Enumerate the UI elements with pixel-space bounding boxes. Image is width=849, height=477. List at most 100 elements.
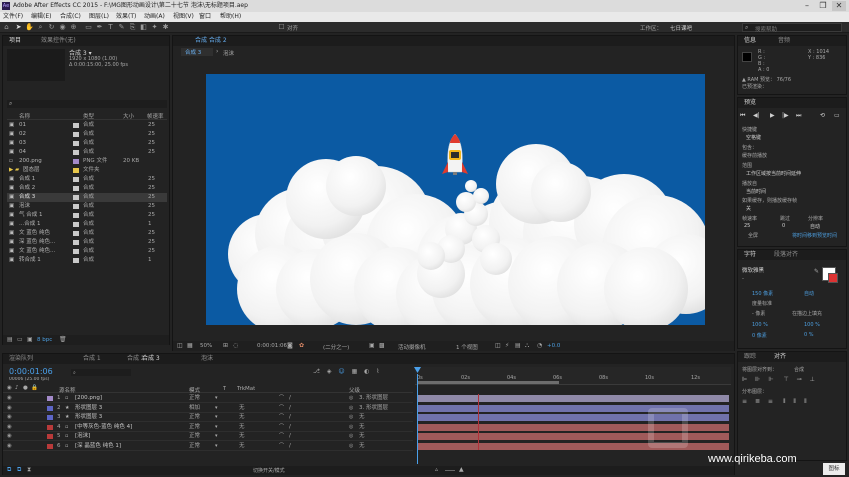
- interpret-footage-icon[interactable]: ▤: [7, 336, 13, 343]
- label-color-swatch[interactable]: [73, 177, 79, 182]
- tab-info[interactable]: 信息: [744, 36, 756, 46]
- grid-icon[interactable]: ⊞: [223, 342, 228, 349]
- roto-brush-icon[interactable]: ✦: [150, 23, 159, 32]
- layer-trkmat-select[interactable]: 无: [239, 442, 245, 451]
- pickwhip-icon[interactable]: ◎: [349, 423, 353, 432]
- composition-viewer[interactable]: [206, 74, 705, 325]
- fast-preview-icon[interactable]: ⚡: [505, 342, 509, 349]
- column-trkmat[interactable]: TrkMat: [237, 386, 255, 392]
- layer-mode-select[interactable]: 正常: [189, 442, 200, 451]
- stroke-width-field[interactable]: - 像素: [752, 310, 765, 317]
- timeline-zoom-slider[interactable]: [445, 470, 455, 471]
- shortcut-select[interactable]: 空格键: [746, 134, 761, 141]
- column-name[interactable]: 名称: [19, 112, 30, 120]
- label-color-swatch[interactable]: [73, 249, 79, 254]
- stroke-color-swatch[interactable]: [828, 273, 838, 283]
- layer-parent-select[interactable]: 无: [359, 442, 403, 451]
- layer-duration-bar[interactable]: [417, 395, 729, 402]
- project-list-item[interactable]: ▣ 文 蓝色 纯色... 合成 25: [7, 247, 167, 256]
- toggle-pixel-icon[interactable]: ◫: [495, 342, 501, 349]
- layer-trkmat-select[interactable]: 无: [239, 404, 245, 413]
- flowchart-icon[interactable]: ⛬: [525, 342, 529, 350]
- roi-icon[interactable]: ▣: [369, 342, 375, 349]
- motion-blur-icon[interactable]: ◐: [364, 368, 369, 375]
- camera-select[interactable]: 活动摄像机: [398, 343, 426, 351]
- visibility-eye-icon[interactable]: ◉: [7, 423, 12, 432]
- range-select[interactable]: 工作区域按当前时间延伸: [746, 170, 801, 177]
- search-help-field[interactable]: ⌕ 搜索帮助: [742, 23, 842, 33]
- align-vcenter-icon[interactable]: ⊸: [797, 376, 802, 383]
- layer-name[interactable]: [中等灰色-蓝色 纯色 4]: [75, 423, 181, 432]
- visibility-eye-icon[interactable]: ◉: [7, 432, 12, 441]
- layer-name[interactable]: [200.png]: [75, 394, 181, 403]
- timeline-search-field[interactable]: ⌕: [71, 369, 131, 376]
- label-color-swatch[interactable]: [73, 240, 79, 245]
- label-color-swatch[interactable]: [73, 141, 79, 146]
- first-frame-icon[interactable]: ⏮: [740, 112, 745, 120]
- pickwhip-icon[interactable]: ◎: [349, 442, 353, 451]
- tab-render-queue[interactable]: 渲染队列: [9, 354, 33, 364]
- column-source-name[interactable]: 源名称: [59, 386, 76, 394]
- expand-modes-icon[interactable]: ⧉: [17, 466, 21, 474]
- resolution-value[interactable]: 自动: [810, 223, 820, 230]
- delete-icon[interactable]: 🗑: [59, 336, 67, 343]
- pickwhip-icon[interactable]: ◎: [349, 404, 353, 413]
- menu-animation[interactable]: 动画(A): [144, 12, 165, 22]
- rotate-tool-icon[interactable]: ↻: [47, 23, 56, 32]
- layer-mode-select[interactable]: 正常: [189, 413, 200, 422]
- label-color-swatch[interactable]: [73, 204, 79, 209]
- current-timecode[interactable]: 0:00:01:06: [257, 343, 287, 349]
- pan-behind-tool-icon[interactable]: ⊕: [69, 23, 78, 32]
- switch-shy-icon[interactable]: ⌒: [279, 442, 284, 451]
- label-color-swatch[interactable]: [73, 231, 79, 236]
- transparency-grid-icon[interactable]: ▩: [379, 342, 385, 349]
- font-style-select[interactable]: -: [742, 276, 744, 282]
- align-left-icon[interactable]: ⊫: [742, 376, 747, 383]
- layer-name[interactable]: 形状图层 3: [75, 404, 181, 413]
- pickwhip-icon[interactable]: ◎: [349, 413, 353, 422]
- label-color-swatch[interactable]: [47, 434, 53, 439]
- snap-checkbox-icon[interactable]: ☐: [277, 23, 286, 32]
- off-select[interactable]: 关: [746, 205, 751, 212]
- hand-tool-icon[interactable]: ✋: [25, 23, 34, 32]
- tab-timeline-comp-3[interactable]: 合成 3: [142, 354, 160, 364]
- layer-row[interactable]: ◉ 2 ★ 形状图层 3 相加 ▾ 无 ⌒ / ◎ 3. 形状图层: [3, 404, 413, 413]
- project-list-item[interactable]: ▣ 深 蓝色 纯色... 合成 25: [7, 238, 167, 247]
- layer-parent-select[interactable]: 无: [359, 432, 403, 441]
- label-color-swatch[interactable]: [47, 424, 53, 430]
- project-list-item[interactable]: ▣ 合成 2 合成 25: [7, 184, 167, 193]
- visibility-eye-icon[interactable]: ◉: [7, 404, 12, 413]
- tracking-field[interactable]: 度量标准: [752, 300, 772, 307]
- visibility-eye-icon[interactable]: ◉: [7, 442, 12, 451]
- menu-edit[interactable]: 编辑(E): [31, 12, 51, 22]
- leading-field[interactable]: 自动: [804, 290, 814, 297]
- layer-parent-select[interactable]: 3. 形状图层: [359, 404, 403, 413]
- layer-mode-select[interactable]: 正常: [189, 432, 200, 441]
- align-right-icon[interactable]: ⊩: [768, 376, 773, 383]
- zoom-in-icon[interactable]: ▲: [459, 466, 464, 473]
- label-color-swatch[interactable]: [73, 132, 79, 137]
- workspace-select[interactable]: 七日课吧: [670, 24, 692, 32]
- eyedropper-icon[interactable]: ✎: [814, 268, 819, 275]
- menu-layer[interactable]: 图层(L): [89, 12, 109, 22]
- layer-name[interactable]: [深 晶蓝色 纯色 1]: [75, 442, 181, 451]
- label-color-swatch[interactable]: [47, 443, 53, 449]
- vertical-scale-field[interactable]: 100 %: [752, 322, 768, 328]
- label-color-swatch[interactable]: [73, 168, 79, 173]
- mask-visibility-icon[interactable]: ◌: [233, 342, 238, 349]
- stroke-type-select[interactable]: 在描边上填充: [792, 310, 822, 317]
- shy-layers-icon[interactable]: ☺: [338, 368, 344, 375]
- switch-shy-icon[interactable]: ⌒: [279, 423, 284, 432]
- switch-quality-icon[interactable]: /: [289, 413, 291, 422]
- column-t[interactable]: T: [223, 386, 226, 392]
- layer-mode-select[interactable]: 正常: [189, 423, 200, 432]
- text-tool-icon[interactable]: T: [106, 23, 115, 32]
- region-icon[interactable]: ▦: [187, 342, 193, 349]
- exposure-value[interactable]: +0.0: [547, 343, 560, 349]
- fullscreen-checkbox[interactable]: 全屏: [748, 232, 758, 239]
- graph-editor-icon[interactable]: ⌇: [376, 368, 379, 375]
- subtab-foam[interactable]: 泡沫: [223, 49, 234, 57]
- subtab-comp-3[interactable]: 合成 3: [181, 48, 213, 56]
- loop-icon[interactable]: ⟲: [820, 112, 825, 119]
- switch-shy-icon[interactable]: ⌒: [279, 394, 284, 403]
